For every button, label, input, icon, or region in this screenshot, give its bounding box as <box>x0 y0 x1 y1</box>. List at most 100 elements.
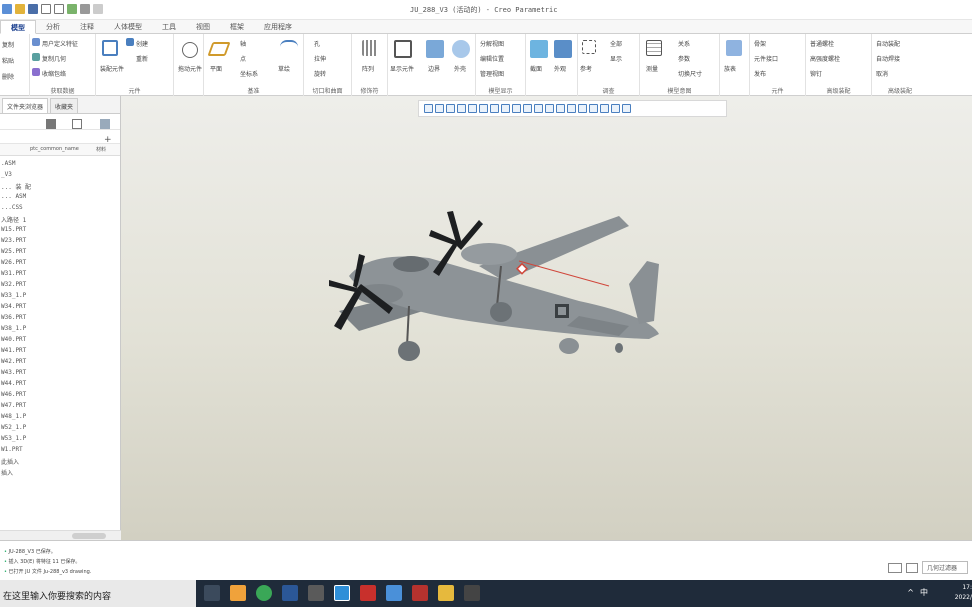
regenerate-icon[interactable] <box>67 4 77 14</box>
appearance-display-icon[interactable] <box>600 104 609 113</box>
tree-item[interactable]: W47.PRT <box>0 402 120 413</box>
copy-button[interactable]: 复制 <box>2 40 14 49</box>
column-name[interactable]: ptc_common_name <box>30 146 79 152</box>
tray-expand-icon[interactable]: ^ <box>907 588 914 597</box>
aircraft-model[interactable] <box>329 206 669 366</box>
tree-item[interactable]: W46.PRT <box>0 391 120 402</box>
hole-button[interactable]: 孔 <box>314 39 320 48</box>
copy-geometry-button[interactable]: 复制几何 <box>42 54 66 63</box>
creo-icon[interactable] <box>334 585 350 601</box>
cancel-button[interactable]: 取消 <box>876 69 888 78</box>
tree-item[interactable]: W32.PRT <box>0 281 120 292</box>
tree-item[interactable]: W34.PRT <box>0 303 120 314</box>
undo-icon[interactable] <box>41 4 51 14</box>
sketch-button[interactable]: 草绘 <box>278 64 290 73</box>
tab-folder-browser[interactable]: 文件夹浏览器 <box>2 98 49 113</box>
new-icon[interactable] <box>2 4 12 14</box>
datum-planes-icon[interactable] <box>523 104 532 113</box>
family-table-button[interactable]: 族表 <box>724 64 736 73</box>
csys-button[interactable]: 坐标系 <box>240 69 258 78</box>
shading-icon[interactable] <box>622 104 631 113</box>
plane-button[interactable]: 平面 <box>210 64 222 73</box>
tab-applications[interactable]: 应用程序 <box>254 20 302 34</box>
tree-item[interactable]: W53_1.P <box>0 435 120 446</box>
scrollbar-thumb[interactable] <box>72 533 106 539</box>
tree-item[interactable]: .ASM <box>0 160 120 171</box>
tree-item[interactable]: W44.PRT <box>0 380 120 391</box>
hidden-line-icon[interactable] <box>611 104 620 113</box>
chrome-icon[interactable] <box>256 585 272 601</box>
file-explorer-icon[interactable] <box>438 585 454 601</box>
graphics-viewport[interactable] <box>121 96 972 540</box>
acrobat-icon[interactable] <box>360 585 376 601</box>
rivet-button[interactable]: 铆钉 <box>810 69 822 78</box>
revolve-button[interactable]: 旋转 <box>314 69 326 78</box>
csys-display-icon[interactable] <box>556 104 565 113</box>
tree-item[interactable]: ... ASM <box>0 193 120 204</box>
tree-item[interactable]: W15.PRT <box>0 226 120 237</box>
auto-weld-button[interactable]: 自动焊接 <box>876 54 900 63</box>
tab-tools[interactable]: 工具 <box>152 20 186 34</box>
boundary-button[interactable]: 边界 <box>428 64 440 73</box>
datum-axes-icon[interactable] <box>534 104 543 113</box>
app-icon-2[interactable] <box>308 585 324 601</box>
app-icon-4[interactable] <box>412 585 428 601</box>
manage-views-button[interactable]: 管理视图 <box>480 69 504 78</box>
tree-item[interactable]: W41.PRT <box>0 347 120 358</box>
tree-item[interactable]: W31.PRT <box>0 270 120 281</box>
tree-item[interactable]: W52_1.P <box>0 424 120 435</box>
section-view-icon[interactable] <box>512 104 521 113</box>
tree-item[interactable]: W23.PRT <box>0 237 120 248</box>
tree-item[interactable]: _V3 <box>0 171 120 182</box>
tree-search[interactable]: + <box>0 130 120 145</box>
switch-dimensions-button[interactable]: 切换尺寸 <box>678 69 702 78</box>
shell-button[interactable]: 外壳 <box>454 64 466 73</box>
word-icon[interactable] <box>282 585 298 601</box>
display-style-icon[interactable] <box>479 104 488 113</box>
zoom-in-icon[interactable] <box>435 104 444 113</box>
tree-item[interactable]: W33_1.P <box>0 292 120 303</box>
save-icon[interactable] <box>28 4 38 14</box>
tree-item[interactable]: W1.PRT <box>0 446 120 457</box>
repeat-button[interactable]: 重新 <box>136 54 148 63</box>
show-component-button[interactable]: 显示元件 <box>390 64 414 73</box>
filter-dropdown[interactable]: 几何过滤器 <box>922 561 968 574</box>
columns-icon[interactable] <box>100 119 110 129</box>
appearance-button[interactable]: 外观 <box>554 64 566 73</box>
tree-item[interactable]: ...CSS <box>0 204 120 215</box>
drag-components-button[interactable]: 拖动元件 <box>178 64 202 73</box>
skeleton-button[interactable]: 骨架 <box>754 39 766 48</box>
ime-indicator[interactable]: 中 <box>920 587 928 598</box>
settings-icon[interactable] <box>46 119 56 129</box>
spin-center-icon[interactable] <box>578 104 587 113</box>
parameters-button[interactable]: 参数 <box>678 54 690 63</box>
pattern-button[interactable]: 阵列 <box>362 64 374 73</box>
open-icon[interactable] <box>15 4 25 14</box>
udf-button[interactable]: 用户定义特征 <box>42 39 78 48</box>
show-icon[interactable] <box>72 119 82 129</box>
tree-item[interactable]: W40.PRT <box>0 336 120 347</box>
relations-button[interactable]: 关系 <box>678 39 690 48</box>
view-manager-icon[interactable] <box>501 104 510 113</box>
tree-item[interactable]: W38_1.P <box>0 325 120 336</box>
shrinkwrap-button[interactable]: 收缩包络 <box>42 69 66 78</box>
selection-icon[interactable] <box>906 562 918 573</box>
datum-points-icon[interactable] <box>545 104 554 113</box>
tab-framework[interactable]: 框架 <box>220 20 254 34</box>
create-button[interactable]: 创建 <box>136 39 148 48</box>
app-icon-5[interactable] <box>464 585 480 601</box>
annotations-icon[interactable] <box>567 104 576 113</box>
extrude-button[interactable]: 拉伸 <box>314 54 326 63</box>
reorient-icon[interactable] <box>589 104 598 113</box>
tree-item[interactable]: 插入 <box>0 468 120 479</box>
taskbar-search[interactable]: 在这里输入你要搜索的内容 <box>0 580 196 607</box>
tree-item[interactable]: W25.PRT <box>0 248 120 259</box>
point-button[interactable]: 点 <box>240 54 246 63</box>
component-interface-button[interactable]: 元件接口 <box>754 54 778 63</box>
tree-item[interactable]: 此插入 <box>0 457 120 468</box>
tree-item[interactable]: 入路径 1 <box>0 215 120 226</box>
tree-item[interactable]: ... 装 配 <box>0 182 120 193</box>
redo-icon[interactable] <box>54 4 64 14</box>
tab-annotate[interactable]: 注释 <box>70 20 104 34</box>
tree-item[interactable]: W43.PRT <box>0 369 120 380</box>
